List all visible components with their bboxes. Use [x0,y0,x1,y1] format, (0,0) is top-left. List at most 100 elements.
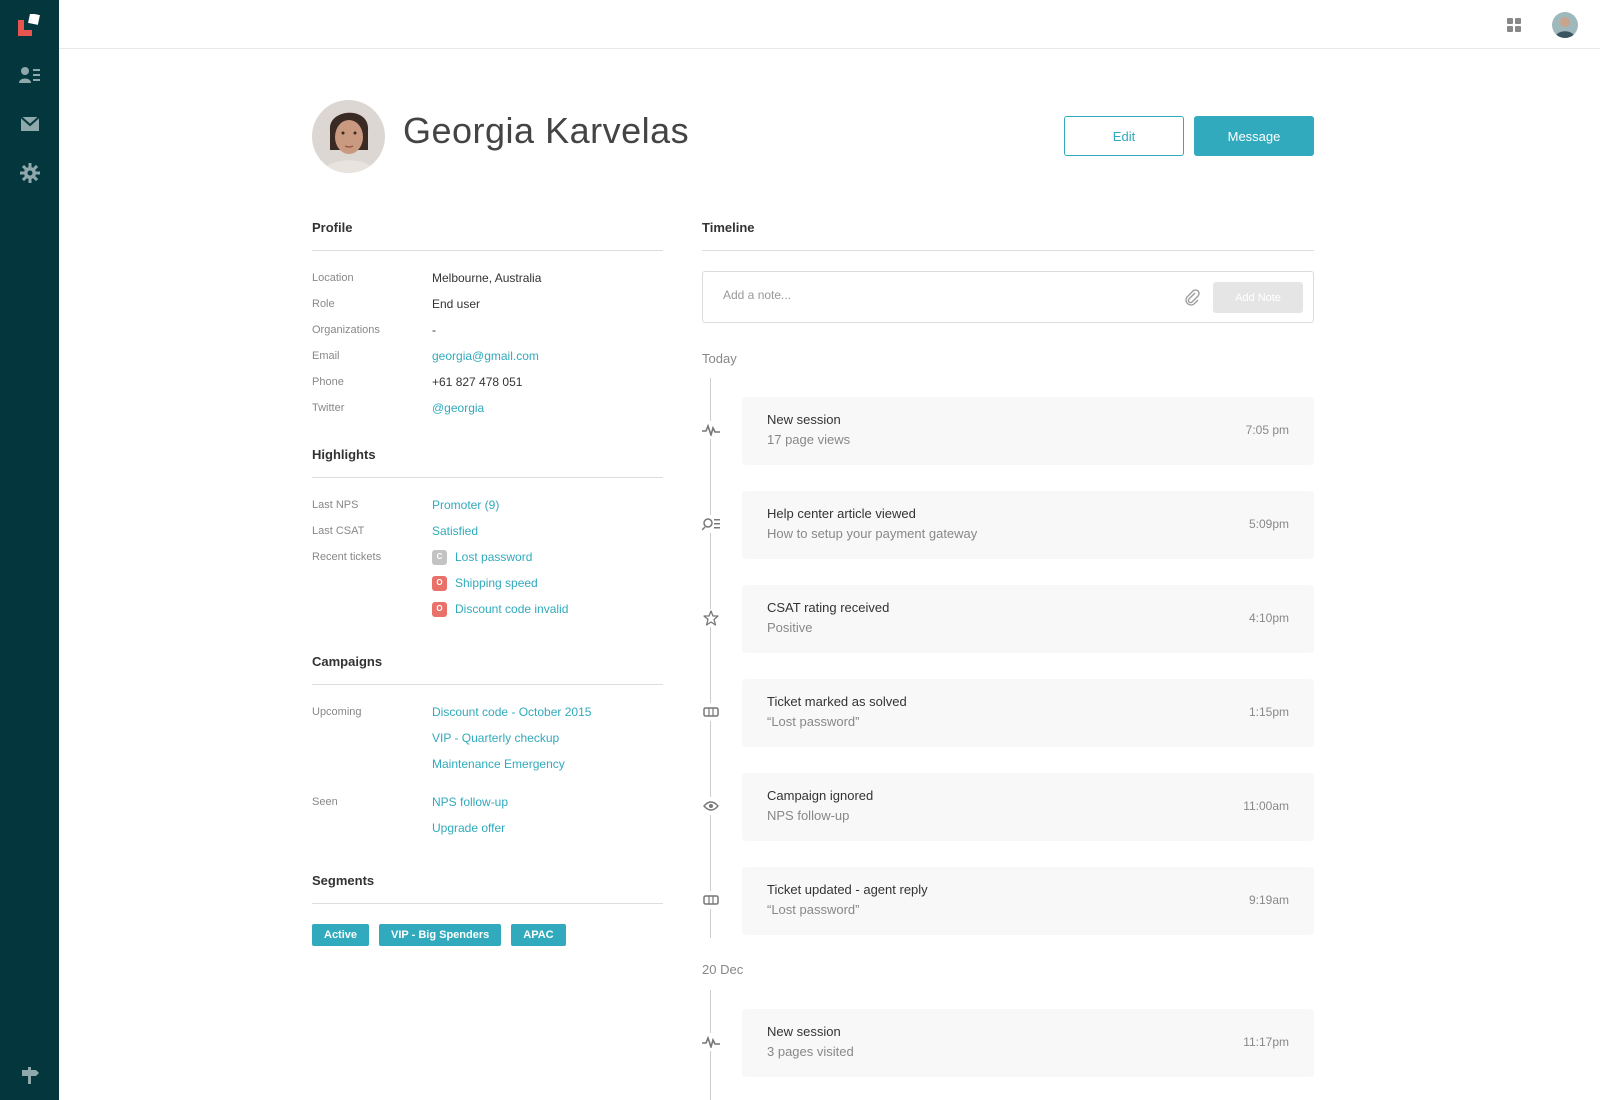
role-label: Role [312,298,335,310]
campaign-link[interactable]: Upgrade offer [432,815,508,841]
event-title: New session [767,412,841,427]
upcoming-label: Upcoming [312,706,362,718]
note-input[interactable] [723,288,1143,302]
timeline-event[interactable]: New session 3 pages visited 11:17pm [742,1009,1314,1077]
ticket-link[interactable]: Lost password [455,544,532,570]
last-nps-link[interactable]: Promoter (9) [432,492,499,518]
event-subtitle: 3 pages visited [767,1044,854,1059]
ticket-status-badge: O [432,575,447,591]
event-time: 1:15pm [1248,705,1289,719]
seen-list: NPS follow-up Upgrade offer [432,789,508,841]
timeline-section-title: Timeline [702,218,1314,251]
eye-icon [702,797,720,815]
email-label: Email [312,350,340,362]
activity-icon [702,1033,720,1051]
location-value: Melbourne, Australia [432,271,542,285]
ticket-link[interactable]: Discount code invalid [455,596,568,622]
day-label-today: Today [702,351,737,366]
signpost-icon[interactable] [18,1063,42,1087]
phone-label: Phone [312,376,344,388]
ticket-status-badge: C [432,549,447,565]
event-title: Ticket marked as solved [767,694,907,709]
event-subtitle: “Lost password” [767,902,860,917]
current-user-avatar[interactable] [1552,12,1578,38]
apps-grid-icon[interactable] [1506,17,1522,33]
upcoming-row: Upcoming Discount code - October 2015 VI… [312,699,663,777]
ticket-status-badge: O [432,601,447,617]
campaign-link[interactable]: VIP - Quarterly checkup [432,725,591,751]
event-time: 9:19am [1248,893,1289,907]
segment-tag[interactable]: VIP - Big Spenders [379,924,502,946]
timeline-event[interactable]: Ticket updated - agent reply “Lost passw… [742,867,1314,935]
customers-icon[interactable] [18,63,42,87]
event-time: 5:09pm [1248,517,1289,531]
event-title: New session [767,1024,841,1039]
top-bar [59,0,1600,49]
paperclip-icon[interactable] [1183,288,1201,306]
day-label-20-dec: 20 Dec [702,962,744,977]
app-logo[interactable] [18,13,44,36]
segment-tag[interactable]: Active [312,924,370,946]
activity-icon [702,421,720,439]
timeline-event[interactable]: Help center article viewed How to setup … [742,491,1314,559]
timeline-event[interactable]: Ticket marked as solved “Lost password” … [742,679,1314,747]
phone-value: +61 827 478 051 [432,375,523,389]
event-subtitle: How to setup your payment gateway [767,526,978,541]
ticket-item[interactable]: C Lost password [432,544,568,570]
campaign-link[interactable]: Discount code - October 2015 [432,699,591,725]
event-title: Help center article viewed [767,506,916,521]
upcoming-list: Discount code - October 2015 VIP - Quart… [432,699,591,777]
organizations-row: Organizations - [312,317,663,343]
message-button[interactable]: Message [1194,116,1314,156]
profile-fields: Location Melbourne, Australia Role End u… [312,251,663,421]
twitter-link[interactable]: @georgia [432,395,484,421]
campaign-link[interactable]: NPS follow-up [432,789,508,815]
mail-icon[interactable] [18,112,42,136]
location-label: Location [312,272,354,284]
event-subtitle: NPS follow-up [767,808,850,823]
timeline-event[interactable]: CSAT rating received Positive 4:10pm [742,585,1314,653]
ticket-item[interactable]: O Shipping speed [432,570,568,596]
timeline-event[interactable]: New session 17 page views 7:05 pm [742,397,1314,465]
settings-gear-icon[interactable] [18,161,42,185]
role-row: Role End user [312,291,663,317]
event-title: Campaign ignored [767,788,874,803]
add-note-button[interactable]: Add Note [1213,282,1303,313]
left-column: Profile Location Melbourne, Australia Ro… [312,218,663,946]
event-subtitle: 17 page views [767,432,851,447]
note-composer: Add Note [702,271,1314,323]
seen-label: Seen [312,796,338,808]
recent-tickets-row: Recent tickets C Lost password O Shippin… [312,544,663,622]
sidebar [0,0,59,1100]
email-row: Email georgia@gmail.com [312,343,663,369]
campaign-link[interactable]: Maintenance Emergency [432,751,591,777]
last-csat-link[interactable]: Satisfied [432,518,478,544]
event-title: Ticket updated - agent reply [767,882,928,897]
twitter-row: Twitter @georgia [312,395,663,421]
timeline-section: Timeline Add Note [702,218,1314,323]
recent-tickets-label: Recent tickets [312,551,382,563]
highlights-section-title: Highlights [312,445,663,478]
segment-tag[interactable]: APAC [511,924,566,946]
ticket-link[interactable]: Shipping speed [455,570,538,596]
event-subtitle: Positive [767,620,813,635]
email-link[interactable]: georgia@gmail.com [432,343,539,369]
profile-avatar [312,100,385,173]
ticket-icon [702,703,720,721]
seen-row: Seen NPS follow-up Upgrade offer [312,789,663,841]
timeline-line [710,378,711,938]
edit-button[interactable]: Edit [1064,116,1184,156]
profile-section-title: Profile [312,218,663,251]
event-subtitle: “Lost password” [767,714,860,729]
highlights-fields: Last NPS Promoter (9) Last CSAT Satisfie… [312,478,663,622]
segments-section-title: Segments [312,871,663,904]
timeline-event[interactable]: Campaign ignored NPS follow-up 11:00am [742,773,1314,841]
profile-name: Georgia Karvelas [403,110,690,151]
segment-tags: Active VIP - Big Spenders APAC [312,904,663,946]
star-icon [702,609,720,627]
last-nps-label: Last NPS [312,499,359,511]
campaigns-section-title: Campaigns [312,652,663,685]
phone-row: Phone +61 827 478 051 [312,369,663,395]
last-csat-row: Last CSAT Satisfied [312,518,663,544]
ticket-item[interactable]: O Discount code invalid [432,596,568,622]
